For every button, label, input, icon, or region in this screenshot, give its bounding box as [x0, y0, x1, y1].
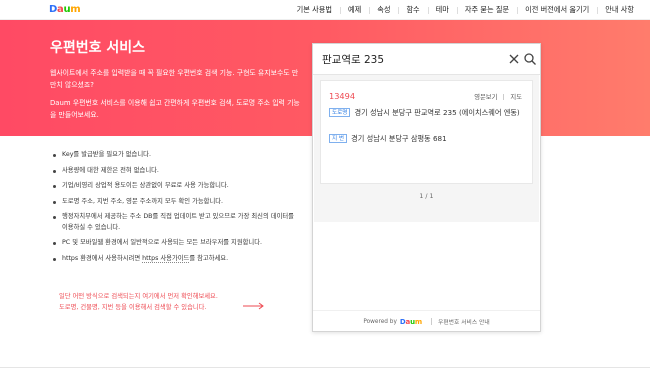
powered-by-label: Powered by [363, 318, 397, 325]
jibun-address[interactable]: 경기 성남시 분당구 삼평동 681 [351, 133, 521, 144]
notice-line-1: 일단 어떤 방식으로 검색되는지 여기에서 먼저 확인해보세요. [59, 293, 218, 300]
feature-item: 사용량에 대한 제한은 전혀 없습니다. [50, 166, 300, 177]
road-address-row: 도로명 경기 성남시 분당구 판교역로 235 (에이치스퀘어 엔동) [329, 107, 524, 118]
service-guide-link[interactable]: 우편번호 서비스 안내 [438, 317, 490, 326]
jibun-address-tag: 지 번 [329, 134, 348, 143]
feature-item: Key를 발급받을 필요가 없습니다. [50, 150, 300, 161]
feature-item: 도로명 주소, 지번 주소, 영문 주소까지 모두 확인 가능합니다. [50, 197, 300, 208]
search-icon[interactable] [523, 52, 537, 66]
nav-item-basic-usage[interactable]: 기본 사용법 [289, 5, 340, 15]
map-link[interactable]: 지도 [510, 92, 522, 101]
feature-item: PC 및 모바일웹 환경에서 일반적으로 사용되는 모든 브라우저를 지원합니다… [50, 238, 300, 249]
notice-line-2: 도로명, 건물명, 지번 등을 이용해서 검색할 수 있습니다. [59, 303, 207, 311]
nav-item-functions[interactable]: 함수 [398, 5, 427, 15]
feature-item: 행정자치부에서 제공하는 주소 DB를 직접 업데이트 받고 있으므로 가장 최… [50, 212, 300, 233]
nav-item-migration[interactable]: 이전 버전에서 옮기기 [517, 5, 597, 15]
nav-menu: 기본 사용법 예제 속성 함수 테마 자주 묻는 질문 이전 버전에서 옮기기 … [289, 0, 642, 20]
zipcode[interactable]: 13494 [329, 91, 355, 101]
nav-item-theme[interactable]: 테마 [427, 5, 457, 15]
pagination: 1 / 1 [419, 193, 434, 200]
clear-icon[interactable] [507, 52, 521, 66]
result-links: 영문보기 지도 [474, 92, 522, 101]
nav-item-faq[interactable]: 자주 묻는 질문 [456, 5, 517, 15]
road-address-tag: 도로명 [329, 108, 351, 117]
search-box [313, 44, 540, 75]
hero-description-2: Daum 우편번호 서비스를 이용해 쉽고 간편하게 우편번호 검색, 도로명 … [50, 99, 300, 119]
page-title: 우편번호 서비스 [50, 40, 146, 56]
feature-item: 기업/비영리 상업적 용도이든 상관없이 무료로 사용 가능합니다. [50, 181, 300, 192]
road-address[interactable]: 경기 성남시 분당구 판교역로 235 (에이치스퀘어 엔동) [354, 107, 524, 118]
hero-description-1: 웹사이트에서 주소를 입력받을 때 꼭 필요한 우편번호 검색 기능. 구현도 … [50, 69, 299, 89]
search-input[interactable] [322, 51, 497, 68]
nav-item-properties[interactable]: 속성 [369, 5, 398, 15]
panel-footer: Powered by Daum 우편번호 서비스 안내 [313, 310, 540, 332]
daum-footer-logo[interactable]: Daum [400, 318, 422, 326]
feature-item-https: https 환경에서 사용하시려면 https 사용가이드를 참고하세요. [50, 254, 300, 265]
results-area: 13494 영문보기 지도 도로명 경기 성남시 분당구 판교역로 235 (에… [314, 75, 539, 222]
jibun-address-row: 지 번 경기 성남시 분당구 삼평동 681 [329, 133, 521, 144]
english-view-link[interactable]: 영문보기 [474, 92, 497, 101]
https-guide-link[interactable]: https 사용가이드 [142, 254, 190, 263]
divider [430, 318, 432, 325]
divider [503, 93, 505, 100]
daum-logo[interactable]: Daum [49, 4, 81, 15]
feature-list: Key를 발급받을 필요가 없습니다. 사용량에 대한 제한은 전혀 없습니다.… [50, 150, 300, 264]
nav-item-examples[interactable]: 예제 [339, 5, 369, 15]
nav-item-notice[interactable]: 안내 사항 [597, 5, 642, 15]
result-item[interactable]: 13494 영문보기 지도 도로명 경기 성남시 분당구 판교역로 235 (에… [320, 80, 533, 184]
try-it-notice: 일단 어떤 방식으로 검색되는지 여기에서 먼저 확인해보세요. 도로명, 건물… [59, 292, 218, 313]
top-nav: Daum 기본 사용법 예제 속성 함수 테마 자주 묻는 질문 이전 버전에서… [0, 0, 650, 20]
arrow-right-icon [243, 302, 264, 310]
postcode-search-panel: 13494 영문보기 지도 도로명 경기 성남시 분당구 판교역로 235 (에… [312, 43, 541, 332]
